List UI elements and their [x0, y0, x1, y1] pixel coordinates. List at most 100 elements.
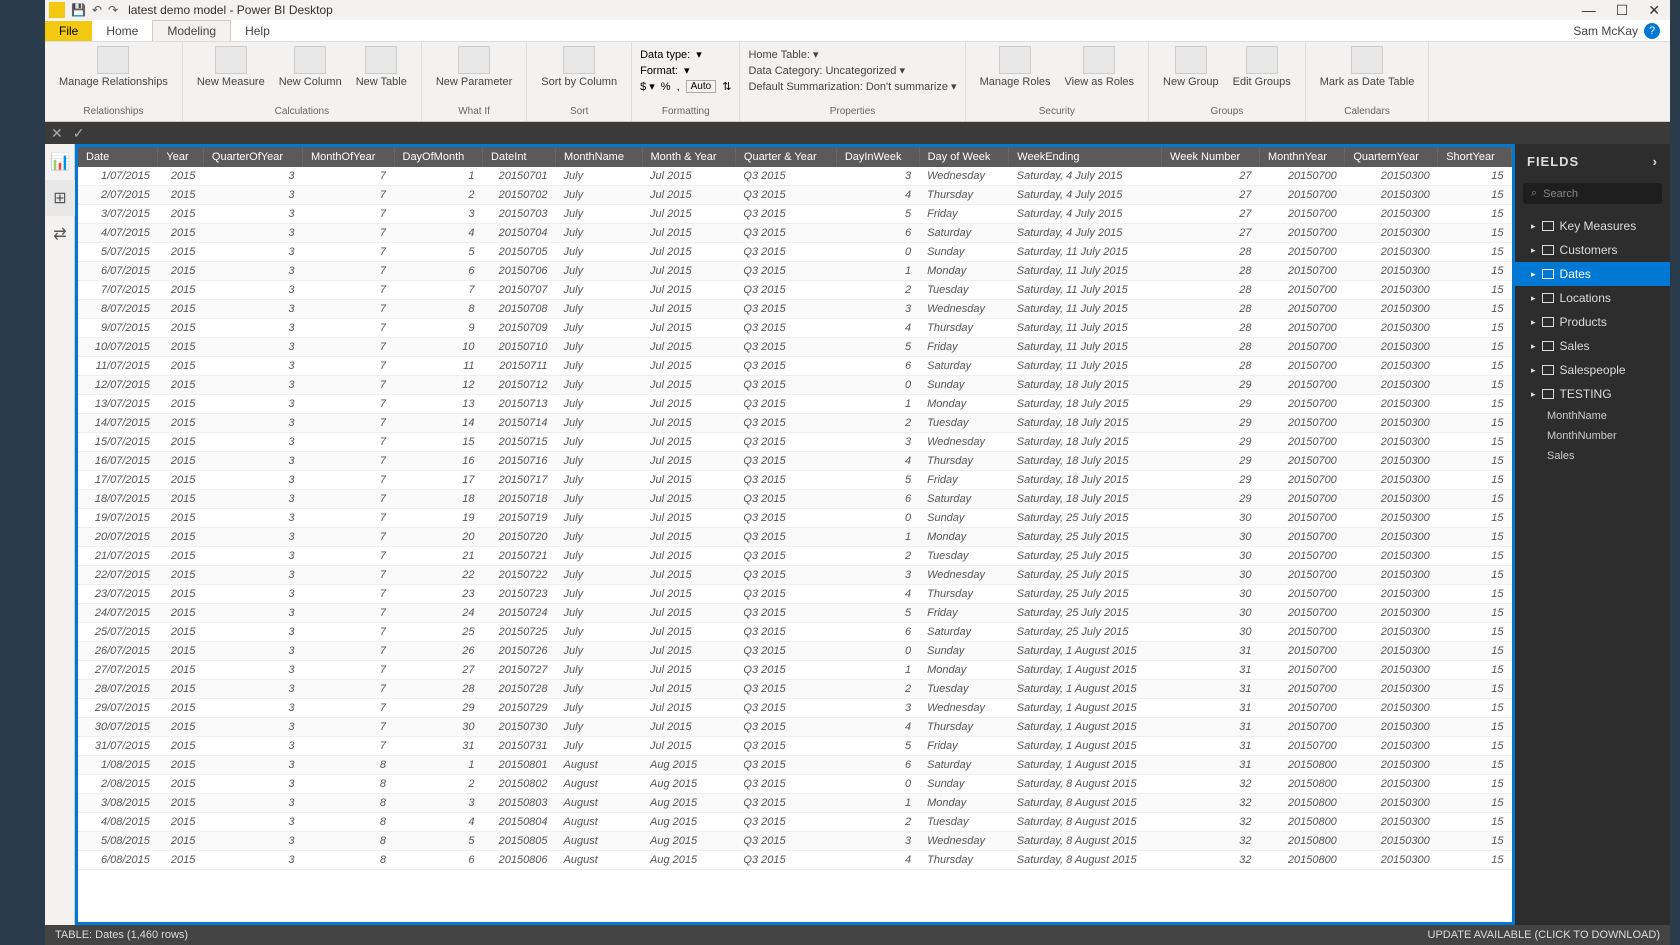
cell[interactable]: Jul 2015: [642, 319, 735, 338]
cell[interactable]: 6: [836, 623, 919, 642]
cell[interactable]: 20150300: [1345, 243, 1438, 262]
cell[interactable]: 20150300: [1345, 224, 1438, 243]
cell[interactable]: 2015: [158, 186, 204, 205]
cell[interactable]: 15: [1438, 471, 1512, 490]
home-table-dropdown[interactable]: Home Table: ▾: [748, 48, 956, 61]
cell[interactable]: 15: [1438, 262, 1512, 281]
cell[interactable]: Q3 2015: [735, 832, 836, 851]
cell[interactable]: 25: [394, 623, 483, 642]
cell[interactable]: 7: [302, 680, 394, 699]
cell[interactable]: Saturday: [919, 756, 1009, 775]
cell[interactable]: 3: [836, 566, 919, 585]
cell[interactable]: 20150300: [1345, 851, 1438, 870]
cell[interactable]: Jul 2015: [642, 566, 735, 585]
cell[interactable]: 2015: [158, 851, 204, 870]
cell[interactable]: 12: [394, 376, 483, 395]
cell[interactable]: 20150702: [483, 186, 556, 205]
cell[interactable]: July: [556, 566, 642, 585]
cell[interactable]: 10/07/2015: [78, 338, 158, 357]
cell[interactable]: Jul 2015: [642, 680, 735, 699]
cell[interactable]: 29: [1162, 414, 1260, 433]
cell[interactable]: Q3 2015: [735, 205, 836, 224]
cell[interactable]: 2015: [158, 604, 204, 623]
column-header[interactable]: Month & Year: [642, 147, 735, 167]
cell[interactable]: 21/07/2015: [78, 547, 158, 566]
cell[interactable]: 15: [1438, 699, 1512, 718]
cell[interactable]: 7: [302, 395, 394, 414]
cell[interactable]: 20150719: [483, 509, 556, 528]
cell[interactable]: Tuesday: [919, 680, 1009, 699]
cell[interactable]: Saturday, 1 August 2015: [1009, 737, 1162, 756]
cell[interactable]: 31: [394, 737, 483, 756]
cell[interactable]: July: [556, 300, 642, 319]
cell[interactable]: 7: [302, 642, 394, 661]
table-row[interactable]: 13/07/20152015371320150713JulyJul 2015Q3…: [78, 395, 1512, 414]
cell[interactable]: 15: [1438, 642, 1512, 661]
cell[interactable]: 5: [836, 205, 919, 224]
cell[interactable]: 3: [203, 566, 302, 585]
cell[interactable]: Saturday, 1 August 2015: [1009, 642, 1162, 661]
table-row[interactable]: 2/07/2015201537220150702JulyJul 2015Q3 2…: [78, 186, 1512, 205]
cell[interactable]: 29: [1162, 452, 1260, 471]
field-table-dates[interactable]: ▸Dates: [1515, 262, 1670, 286]
field-column[interactable]: MonthName: [1515, 406, 1670, 426]
cell[interactable]: 2015: [158, 718, 204, 737]
cell[interactable]: Saturday, 18 July 2015: [1009, 471, 1162, 490]
cell[interactable]: Q3 2015: [735, 680, 836, 699]
table-row[interactable]: 22/07/20152015372220150722JulyJul 2015Q3…: [78, 566, 1512, 585]
column-header[interactable]: MonthnYear: [1259, 147, 1344, 167]
cell[interactable]: 20150700: [1259, 528, 1344, 547]
cell[interactable]: 3: [203, 395, 302, 414]
cell[interactable]: 8: [302, 794, 394, 813]
cell[interactable]: 20150300: [1345, 794, 1438, 813]
cell[interactable]: Tuesday: [919, 414, 1009, 433]
cell[interactable]: 15: [1438, 661, 1512, 680]
cell[interactable]: July: [556, 452, 642, 471]
cell[interactable]: 20150722: [483, 566, 556, 585]
cell[interactable]: 15: [1438, 319, 1512, 338]
cell[interactable]: July: [556, 680, 642, 699]
cell[interactable]: 32: [1162, 794, 1260, 813]
cell[interactable]: Friday: [919, 604, 1009, 623]
cell[interactable]: 1: [836, 661, 919, 680]
cell[interactable]: 16/07/2015: [78, 452, 158, 471]
cell[interactable]: Wednesday: [919, 699, 1009, 718]
cell[interactable]: 20150300: [1345, 319, 1438, 338]
cell[interactable]: 2015: [158, 737, 204, 756]
cell[interactable]: 2015: [158, 357, 204, 376]
cell[interactable]: July: [556, 224, 642, 243]
cell[interactable]: 2: [394, 186, 483, 205]
sort-by-column-button[interactable]: Sort by Column: [535, 44, 623, 91]
table-row[interactable]: 18/07/20152015371820150718JulyJul 2015Q3…: [78, 490, 1512, 509]
cell[interactable]: 32: [1162, 832, 1260, 851]
cell[interactable]: 20150714: [483, 414, 556, 433]
cell[interactable]: 28: [1162, 357, 1260, 376]
cell[interactable]: 20150700: [1259, 718, 1344, 737]
cell[interactable]: Q3 2015: [735, 509, 836, 528]
cell[interactable]: 2015: [158, 224, 204, 243]
cell[interactable]: 3: [836, 167, 919, 186]
cell[interactable]: 20150300: [1345, 205, 1438, 224]
cell[interactable]: 19: [394, 509, 483, 528]
column-header[interactable]: WeekEnding: [1009, 147, 1162, 167]
cell[interactable]: 2: [836, 414, 919, 433]
cell[interactable]: July: [556, 186, 642, 205]
cell[interactable]: 15: [1438, 813, 1512, 832]
cell[interactable]: Jul 2015: [642, 433, 735, 452]
cell[interactable]: 2015: [158, 167, 204, 186]
cell[interactable]: 29: [394, 699, 483, 718]
cell[interactable]: 3: [394, 205, 483, 224]
cell[interactable]: 3: [203, 604, 302, 623]
cell[interactable]: 7: [302, 262, 394, 281]
cell[interactable]: 32: [1162, 813, 1260, 832]
cell[interactable]: 6: [836, 490, 919, 509]
cell[interactable]: Q3 2015: [735, 395, 836, 414]
cell[interactable]: Q3 2015: [735, 699, 836, 718]
cell[interactable]: 3: [203, 642, 302, 661]
cell[interactable]: August: [556, 832, 642, 851]
cell[interactable]: 31/07/2015: [78, 737, 158, 756]
cell[interactable]: Jul 2015: [642, 262, 735, 281]
cell[interactable]: 20150700: [1259, 414, 1344, 433]
cell[interactable]: 15: [1438, 718, 1512, 737]
cell[interactable]: Saturday, 1 August 2015: [1009, 661, 1162, 680]
